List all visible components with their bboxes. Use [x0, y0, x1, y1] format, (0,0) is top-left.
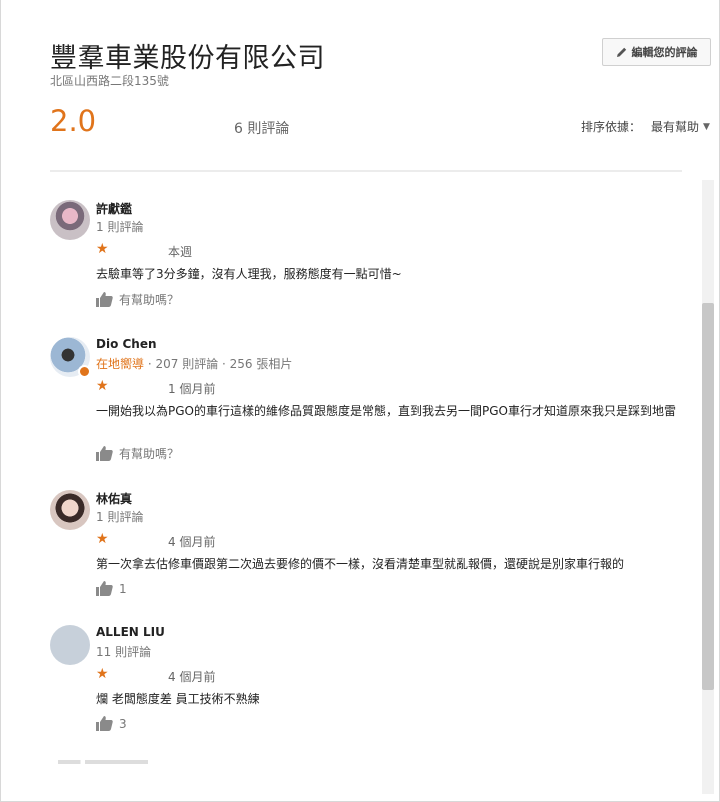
edit-review-label: 編輯您的評論 [631, 46, 698, 59]
review-time: 4 個月前 [168, 535, 216, 549]
review-item: ALLEN LIU 11 則評論 ★ 4 個月前 爛 老闆態度差 員工技術不熟練… [50, 625, 690, 735]
thumbs-up-icon [96, 581, 113, 596]
next-review-cutoff [58, 760, 148, 764]
star-icon: ★ [96, 241, 109, 257]
helpful-button[interactable]: 有幫助嗎？ [96, 445, 179, 462]
avatar[interactable] [50, 625, 90, 665]
sort-dropdown[interactable]: 排序依據： 最有幫助 ▼ [581, 118, 710, 135]
helpful-label: 有幫助嗎？ [119, 447, 180, 461]
star-icon: ★ [96, 666, 109, 682]
thumbs-up-icon [96, 716, 113, 731]
review-time: 1 個月前 [168, 382, 216, 396]
average-rating: 2.0 [50, 104, 97, 138]
review-item: 許獻鑑 1 則評論 ★ 本週 去驗車等了3分多鐘，沒有人理我，服務態度有一點可惜… [50, 200, 690, 320]
reviewer-meta: 1 則評論 [96, 510, 144, 524]
helpful-button[interactable]: 有幫助嗎？ [96, 291, 179, 308]
caret-down-icon: ▼ [703, 121, 710, 132]
review-time: 4 個月前 [168, 670, 216, 684]
reviewer-meta: 1 則評論 [96, 220, 144, 234]
sort-value: 最有幫助 [651, 120, 700, 134]
divider [50, 170, 682, 172]
reviewer-name[interactable]: ALLEN LIU [96, 625, 165, 639]
review-count: 6 則評論 [234, 121, 290, 137]
helpful-count: 1 [119, 581, 127, 596]
pencil-icon [616, 47, 626, 57]
review-item: Dio Chen 在地嚮導 · 207 則評論 · 256 張相片 ★ 1 個月… [50, 337, 690, 467]
star-icon: ★ [96, 378, 109, 394]
avatar[interactable] [50, 490, 90, 530]
helpful-button[interactable]: 1 [96, 581, 127, 596]
review-time: 本週 [168, 245, 193, 259]
review-text: 爛 老闆態度差 員工技術不熟練 [96, 692, 260, 706]
reviewer-name[interactable]: 林佑真 [96, 490, 132, 507]
star-icon: ★ [96, 531, 109, 547]
helpful-button[interactable]: 3 [96, 716, 127, 731]
scrollbar-thumb[interactable] [702, 303, 714, 690]
business-address: 北區山西路二段135號 [50, 74, 169, 88]
business-name: 豐羣車業股份有限公司 [50, 43, 325, 74]
local-guide-label[interactable]: 在地嚮導 [96, 357, 144, 371]
reviewer-stats: · 207 則評論 · 256 張相片 [147, 357, 293, 371]
reviewer-name[interactable]: Dio Chen [96, 337, 157, 351]
sort-label: 排序依據： [581, 120, 642, 134]
review-text: 第一次拿去估修車價跟第二次過去要修的價不一樣，沒看清楚車型就亂報價，還硬說是別家… [96, 557, 625, 571]
edit-review-button[interactable]: 編輯您的評論 [602, 38, 711, 66]
review-text: 一開始我以為PGO的車行這樣的維修品質跟態度是常態，直到我去另一間PGO車行才知… [96, 404, 676, 418]
local-guide-badge-icon [78, 365, 91, 378]
reviewer-name[interactable]: 許獻鑑 [96, 200, 132, 217]
thumbs-up-icon [96, 446, 113, 461]
helpful-label: 有幫助嗎？ [119, 293, 180, 307]
avatar[interactable] [50, 200, 90, 240]
thumbs-up-icon [96, 292, 113, 307]
reviewer-meta: 在地嚮導 · 207 則評論 · 256 張相片 [96, 355, 292, 372]
helpful-count: 3 [119, 716, 127, 731]
review-item: 林佑真 1 則評論 ★ 4 個月前 第一次拿去估修車價跟第二次過去要修的價不一樣… [50, 490, 690, 600]
review-text: 去驗車等了3分多鐘，沒有人理我，服務態度有一點可惜~ [96, 267, 402, 281]
reviewer-meta: 11 則評論 [96, 645, 152, 659]
